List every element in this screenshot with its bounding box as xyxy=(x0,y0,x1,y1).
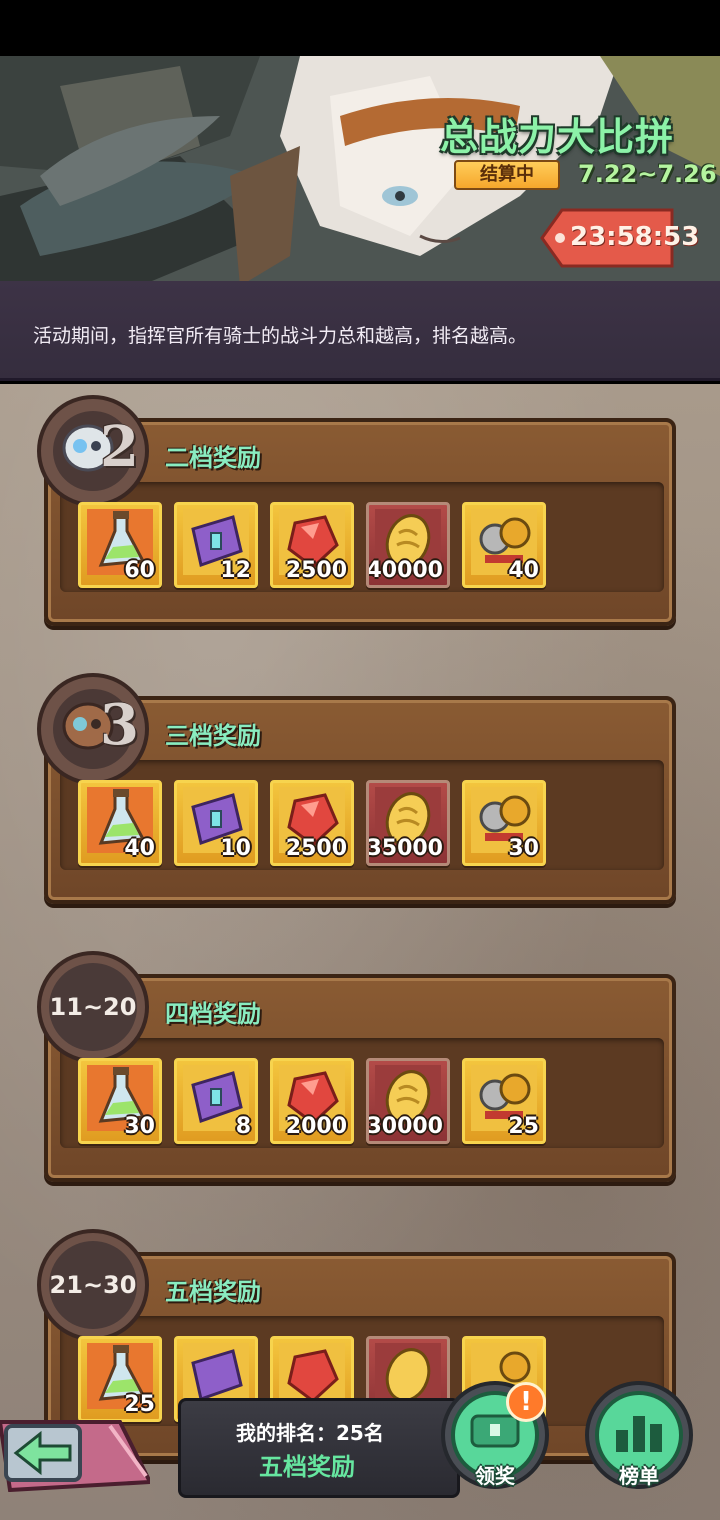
status-badge: 结算中 xyxy=(454,160,560,190)
item-count: 40000 xyxy=(366,558,443,583)
reward-item[interactable]: 2500 xyxy=(270,502,354,588)
rank-number: 3 xyxy=(100,692,139,758)
back-button[interactable] xyxy=(0,1412,154,1493)
countdown-timer: 23:58:53 xyxy=(570,222,700,252)
item-count: 30 xyxy=(124,1114,155,1139)
bottom-bar: 我的排名：25名 五档奖励 领奖 ! 榜单 xyxy=(0,1380,720,1520)
reward-item[interactable]: 35000 xyxy=(366,780,450,866)
leaderboard-button[interactable]: 榜单 xyxy=(584,1380,694,1500)
reward-item[interactable]: 60 xyxy=(78,502,162,588)
tier-title: 三档奖励 xyxy=(165,722,261,750)
item-count: 30000 xyxy=(366,1114,443,1139)
rank-range: 21~30 xyxy=(49,1271,137,1299)
item-count: 12 xyxy=(220,558,251,583)
item-count: 10 xyxy=(220,836,251,861)
reward-item[interactable]: 2000 xyxy=(270,1058,354,1144)
tier-title: 二档奖励 xyxy=(165,444,261,472)
description-bar: 活动期间，指挥官所有骑士的战斗力总和越高，排名越高。 xyxy=(0,281,720,381)
tier-title: 四档奖励 xyxy=(165,1000,261,1028)
rank-range: 11~20 xyxy=(49,993,137,1021)
status-bar xyxy=(0,0,720,56)
item-count: 60 xyxy=(124,558,155,583)
event-description: 活动期间，指挥官所有骑士的战斗力总和越高，排名越高。 xyxy=(33,325,528,347)
leaderboard-label: 榜单 xyxy=(619,1464,659,1488)
reward-item[interactable]: 30 xyxy=(78,1058,162,1144)
reward-item[interactable]: 40 xyxy=(462,502,546,588)
my-rank-label: 我的排名：25名 xyxy=(236,1421,384,1445)
my-rank-panel: 我的排名：25名 五档奖励 xyxy=(178,1398,460,1498)
reward-tier: 11~20 四档奖励 30 8 2000 30000 25 xyxy=(0,940,720,1182)
reward-item[interactable]: 8 xyxy=(174,1058,258,1144)
reward-item[interactable]: 40000 xyxy=(366,502,450,588)
item-count: 8 xyxy=(235,1114,251,1139)
reward-item[interactable]: 30 xyxy=(462,780,546,866)
alert-badge-icon: ! xyxy=(506,1382,546,1422)
reward-item[interactable]: 40 xyxy=(78,780,162,866)
my-rank-tier: 五档奖励 xyxy=(259,1453,355,1481)
item-count: 2500 xyxy=(285,558,347,583)
reward-item[interactable]: 2500 xyxy=(270,780,354,866)
reward-list[interactable]: 2 二档奖励 60 12 2500 40000 40 3 三档奖励 40 10 … xyxy=(0,384,720,1520)
tier-title: 五档奖励 xyxy=(165,1278,261,1306)
back-arrow-icon xyxy=(0,1420,154,1493)
item-count: 25 xyxy=(508,1114,539,1139)
item-count: 35000 xyxy=(366,836,443,861)
item-count: 2500 xyxy=(285,836,347,861)
item-count: 2000 xyxy=(285,1114,347,1139)
claim-label: 领奖 xyxy=(475,1464,515,1488)
item-count: 40 xyxy=(508,558,539,583)
reward-tier: 3 三档奖励 40 10 2500 35000 30 xyxy=(0,662,720,904)
reward-tier: 2 二档奖励 60 12 2500 40000 40 xyxy=(0,384,720,626)
reward-item[interactable]: 25 xyxy=(462,1058,546,1144)
reward-item[interactable]: 10 xyxy=(174,780,258,866)
event-date-range: 7.22~7.26 xyxy=(578,160,717,188)
reward-item[interactable]: 12 xyxy=(174,502,258,588)
event-title: 总战力大比拼 xyxy=(439,115,674,159)
item-count: 40 xyxy=(124,836,155,861)
countdown-tag: 23:58:53 xyxy=(540,208,699,268)
event-banner: 总战力大比拼 结算中 7.22~7.26 23:58:53 xyxy=(0,56,720,286)
reward-item[interactable]: 30000 xyxy=(366,1058,450,1144)
rank-number: 2 xyxy=(100,414,139,480)
item-count: 30 xyxy=(508,836,539,861)
